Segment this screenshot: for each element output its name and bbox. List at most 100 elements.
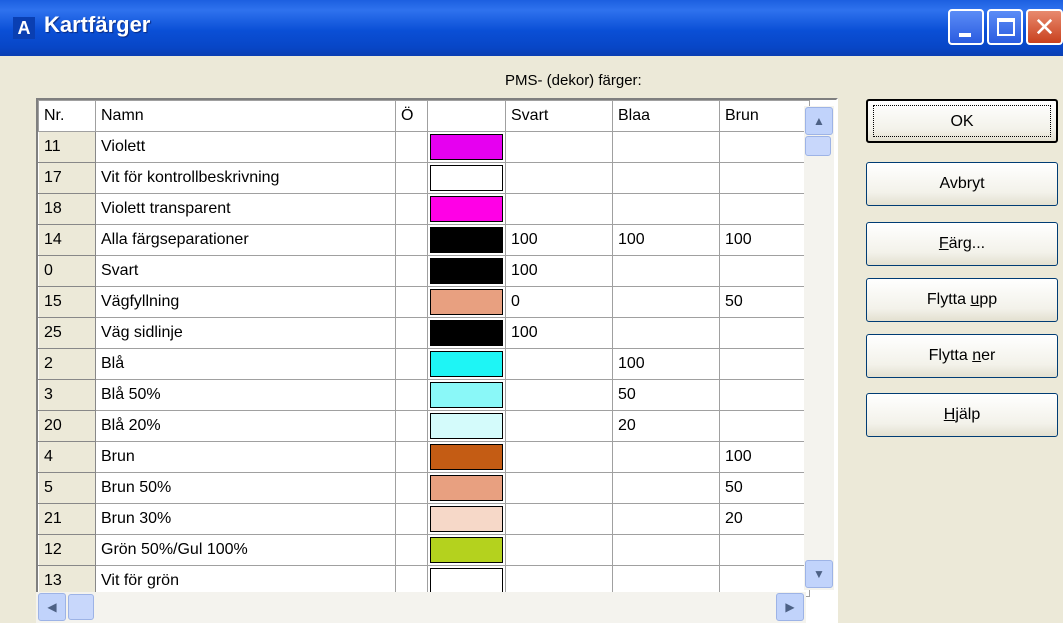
row-o[interactable]	[395, 534, 428, 566]
row-name[interactable]: Violett	[95, 131, 396, 163]
row-o[interactable]	[395, 317, 428, 349]
row-svart[interactable]	[505, 410, 613, 442]
row-o[interactable]	[395, 441, 428, 473]
row-color-cell[interactable]	[427, 441, 506, 473]
table-row[interactable]: 0 Svart 100	[38, 255, 810, 287]
table-row[interactable]: 5 Brun 50% 50	[38, 472, 810, 504]
row-blaa[interactable]: 100	[612, 348, 720, 380]
row-o[interactable]	[395, 131, 428, 163]
color-table[interactable]: Nr. Namn Ö Svart Blaa Brun 11 Violett 17 Vi…	[36, 98, 838, 623]
row-nr[interactable]: 15	[38, 286, 96, 318]
row-svart[interactable]	[505, 193, 613, 225]
row-brun[interactable]	[719, 317, 810, 349]
row-brun[interactable]: 50	[719, 472, 810, 504]
cancel-button[interactable]: Avbryt	[866, 162, 1058, 206]
row-name[interactable]: Brun 50%	[95, 472, 396, 504]
row-name[interactable]: Grön 50%/Gul 100%	[95, 534, 396, 566]
row-brun[interactable]	[719, 348, 810, 380]
row-nr[interactable]: 2	[38, 348, 96, 380]
row-blaa[interactable]	[612, 503, 720, 535]
header-nr[interactable]: Nr.	[38, 100, 96, 132]
row-brun[interactable]: 100	[719, 441, 810, 473]
row-brun[interactable]: 20	[719, 503, 810, 535]
row-name[interactable]: Brun	[95, 441, 396, 473]
title-bar[interactable]: A Kartfärger ✕	[0, 0, 1063, 56]
horizontal-scroll-thumb[interactable]	[68, 594, 94, 620]
vertical-scroll-thumb[interactable]	[805, 136, 831, 156]
row-brun[interactable]	[719, 379, 810, 411]
row-o[interactable]	[395, 472, 428, 504]
move-up-button[interactable]: Flytta upp	[866, 278, 1058, 322]
row-nr[interactable]: 18	[38, 193, 96, 225]
table-row[interactable]: 20 Blå 20% 20	[38, 410, 810, 442]
row-o[interactable]	[395, 162, 428, 194]
row-o[interactable]	[395, 379, 428, 411]
row-brun[interactable]	[719, 410, 810, 442]
row-name[interactable]: Violett transparent	[95, 193, 396, 225]
row-svart[interactable]	[505, 131, 613, 163]
row-name[interactable]: Vägfyllning	[95, 286, 396, 318]
close-button[interactable]: ✕	[1026, 9, 1063, 45]
row-name[interactable]: Alla färgseparationer	[95, 224, 396, 256]
row-name[interactable]: Brun 30%	[95, 503, 396, 535]
row-color-cell[interactable]	[427, 162, 506, 194]
row-o[interactable]	[395, 286, 428, 318]
row-nr[interactable]: 25	[38, 317, 96, 349]
table-row[interactable]: 14 Alla färgseparationer 100 100 100	[38, 224, 810, 256]
row-o[interactable]	[395, 348, 428, 380]
header-svart[interactable]: Svart	[505, 100, 613, 132]
row-blaa[interactable]	[612, 255, 720, 287]
help-button[interactable]: Hjälp	[866, 393, 1058, 437]
table-row[interactable]: 12 Grön 50%/Gul 100%	[38, 534, 810, 566]
row-blaa[interactable]	[612, 441, 720, 473]
row-blaa[interactable]	[612, 317, 720, 349]
table-row[interactable]: 2 Blå 100	[38, 348, 810, 380]
row-brun[interactable]	[719, 255, 810, 287]
row-name[interactable]: Väg sidlinje	[95, 317, 396, 349]
row-nr[interactable]: 0	[38, 255, 96, 287]
row-color-cell[interactable]	[427, 534, 506, 566]
row-brun[interactable]	[719, 534, 810, 566]
move-down-button[interactable]: Flytta ner	[866, 334, 1058, 378]
row-o[interactable]	[395, 410, 428, 442]
row-name[interactable]: Svart	[95, 255, 396, 287]
row-svart[interactable]: 0	[505, 286, 613, 318]
row-nr[interactable]: 12	[38, 534, 96, 566]
table-row[interactable]: 11 Violett	[38, 131, 810, 163]
row-color-cell[interactable]	[427, 131, 506, 163]
row-blaa[interactable]: 20	[612, 410, 720, 442]
row-color-cell[interactable]	[427, 255, 506, 287]
row-brun[interactable]	[719, 193, 810, 225]
table-row[interactable]: 4 Brun 100	[38, 441, 810, 473]
row-svart[interactable]	[505, 503, 613, 535]
row-name[interactable]: Blå 50%	[95, 379, 396, 411]
table-row[interactable]: 15 Vägfyllning 0 50	[38, 286, 810, 318]
header-color[interactable]	[427, 100, 506, 132]
row-color-cell[interactable]	[427, 286, 506, 318]
header-o[interactable]: Ö	[395, 100, 428, 132]
row-svart[interactable]	[505, 472, 613, 504]
row-name[interactable]: Blå 20%	[95, 410, 396, 442]
row-color-cell[interactable]	[427, 472, 506, 504]
header-brun[interactable]: Brun	[719, 100, 810, 132]
row-nr[interactable]: 5	[38, 472, 96, 504]
table-row[interactable]: 21 Brun 30% 20	[38, 503, 810, 535]
table-row[interactable]: 3 Blå 50% 50	[38, 379, 810, 411]
row-brun[interactable]	[719, 131, 810, 163]
row-svart[interactable]: 100	[505, 255, 613, 287]
row-blaa[interactable]	[612, 472, 720, 504]
table-row[interactable]: 25 Väg sidlinje 100	[38, 317, 810, 349]
table-row[interactable]: 17 Vit för kontrollbeskrivning	[38, 162, 810, 194]
row-o[interactable]	[395, 224, 428, 256]
row-name[interactable]: Vit för kontrollbeskrivning	[95, 162, 396, 194]
scroll-right-icon[interactable]: ▶	[776, 593, 804, 621]
minimize-button[interactable]	[948, 9, 984, 45]
row-brun[interactable]	[719, 162, 810, 194]
row-blaa[interactable]: 50	[612, 379, 720, 411]
row-blaa[interactable]	[612, 162, 720, 194]
scroll-up-icon[interactable]: ▲	[805, 107, 833, 135]
vertical-scrollbar[interactable]: ▲ ▼	[804, 106, 834, 590]
row-nr[interactable]: 4	[38, 441, 96, 473]
row-color-cell[interactable]	[427, 379, 506, 411]
row-svart[interactable]	[505, 534, 613, 566]
